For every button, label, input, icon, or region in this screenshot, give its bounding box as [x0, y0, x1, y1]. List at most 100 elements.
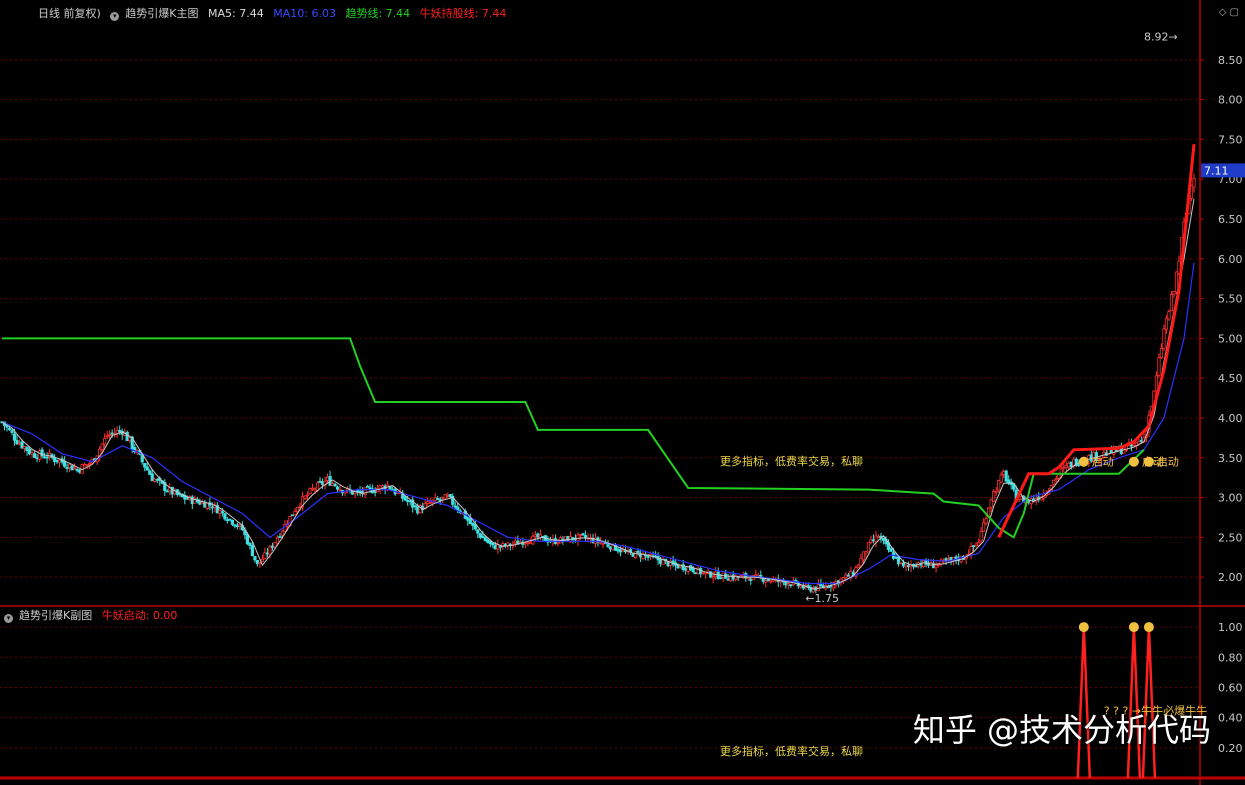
- candle-body: [73, 467, 77, 470]
- candle-body: [533, 534, 537, 538]
- candle-body: [989, 499, 993, 508]
- candle-body: [253, 556, 257, 561]
- candle-body: [601, 542, 605, 545]
- candle-body: [846, 574, 851, 577]
- indicator-toggle-icon[interactable]: ▾: [110, 12, 120, 21]
- candle-body: [153, 478, 157, 482]
- candle-body: [493, 545, 497, 550]
- candle-body: [453, 505, 457, 508]
- candle-body: [37, 450, 42, 460]
- candle-body: [1062, 466, 1066, 469]
- candle-body: [318, 480, 322, 483]
- candle-body: [1132, 443, 1136, 446]
- indicator-name[interactable]: 趋势引爆K主图: [125, 7, 198, 20]
- candle-body: [1159, 347, 1164, 359]
- candle-body: [210, 506, 214, 509]
- candle-body: [245, 534, 250, 545]
- candle-body: [899, 562, 903, 565]
- candle-body: [293, 511, 297, 516]
- candle-body: [1004, 470, 1008, 482]
- candle-body: [70, 465, 74, 471]
- candle-body: [83, 464, 87, 467]
- signal-spike-icon: [1078, 622, 1089, 633]
- candle-body: [416, 506, 420, 514]
- candle-body: [684, 568, 688, 571]
- candle-body: [100, 443, 104, 450]
- candle-body: [85, 464, 89, 466]
- candle-body: [997, 480, 1001, 491]
- candle-body: [330, 483, 335, 486]
- candle-body: [606, 544, 610, 547]
- candle-body: [1054, 478, 1058, 480]
- candle-body: [1077, 464, 1081, 467]
- signal-marker-icon: [1128, 456, 1139, 467]
- candle-body: [513, 540, 517, 544]
- candle-body: [1172, 291, 1176, 295]
- sub-chart-header: ▾ 趋势引爆K副图 牛妖启动: 0.00: [4, 609, 183, 623]
- candle-body: [456, 506, 460, 511]
- sub-indicator-name[interactable]: 趋势引爆K副图: [19, 609, 92, 622]
- main-ytick-label: 2.00: [1218, 571, 1243, 584]
- candle-body: [403, 496, 407, 501]
- candle-body: [125, 431, 129, 442]
- candle-body: [633, 551, 638, 559]
- candle-body: [408, 500, 412, 503]
- hold-label: 牛妖持股线: 7.44: [419, 7, 507, 20]
- candle-body: [22, 446, 27, 449]
- candle-body: [1052, 479, 1056, 485]
- candle-body: [631, 553, 635, 557]
- candle-body: [646, 556, 650, 558]
- candle-body: [308, 488, 312, 495]
- candle-body: [556, 542, 560, 545]
- candle-body: [764, 580, 768, 583]
- candle-body: [238, 524, 242, 527]
- candle-body: [578, 534, 583, 536]
- candle-body: [373, 491, 377, 494]
- candle-body: [789, 584, 793, 587]
- candle-body: [992, 491, 996, 502]
- candle-body: [526, 542, 530, 545]
- candle-body: [761, 578, 765, 582]
- candle-body: [1154, 375, 1159, 392]
- candle-body: [448, 494, 452, 498]
- candle-body: [433, 497, 437, 501]
- sub-indicator-toggle-icon[interactable]: ▾: [4, 614, 13, 623]
- candle-body: [914, 565, 918, 568]
- candle-body: [844, 574, 848, 578]
- candle-body: [466, 517, 470, 521]
- candle-body: [143, 462, 147, 468]
- candle-body: [486, 539, 490, 543]
- candle-body: [563, 536, 568, 540]
- candle-body: [691, 568, 695, 573]
- stock-chart[interactable]: 8.508.007.507.006.506.005.505.004.504.00…: [0, 0, 1245, 785]
- window-controls[interactable]: ◇ ▢: [1219, 7, 1239, 18]
- sub-ytick-label: 0.80: [1218, 651, 1243, 664]
- main-ytick-label: 2.50: [1218, 531, 1243, 544]
- candle-body: [701, 572, 705, 574]
- promo-text-sub: 更多指标，低费率交易，私聊: [720, 745, 863, 758]
- watermark: 知乎 @技术分析代码: [912, 711, 1211, 749]
- candle-body: [310, 487, 315, 490]
- signal-spike: [1126, 627, 1142, 779]
- candle-body: [128, 437, 132, 442]
- candle-body: [12, 433, 17, 441]
- candle-body: [57, 459, 62, 463]
- candle-body: [581, 533, 585, 536]
- candle-body: [1192, 178, 1196, 188]
- signal-marker-icon: [1078, 456, 1089, 467]
- candle-body: [536, 533, 540, 538]
- candle-body: [7, 428, 12, 430]
- candle-body: [468, 518, 472, 524]
- candle-body: [248, 542, 252, 546]
- candle-body: [108, 434, 112, 436]
- candle-body: [335, 486, 340, 490]
- candle-body: [428, 501, 432, 504]
- main-ytick-label: 4.00: [1218, 412, 1243, 425]
- candle-body: [325, 476, 330, 481]
- sub-ytick-label: 0.20: [1218, 742, 1243, 755]
- candle-body: [198, 501, 202, 505]
- candle-body: [65, 467, 69, 469]
- candle-body: [859, 557, 863, 567]
- candle-body: [1032, 498, 1036, 501]
- candle-body: [906, 565, 911, 567]
